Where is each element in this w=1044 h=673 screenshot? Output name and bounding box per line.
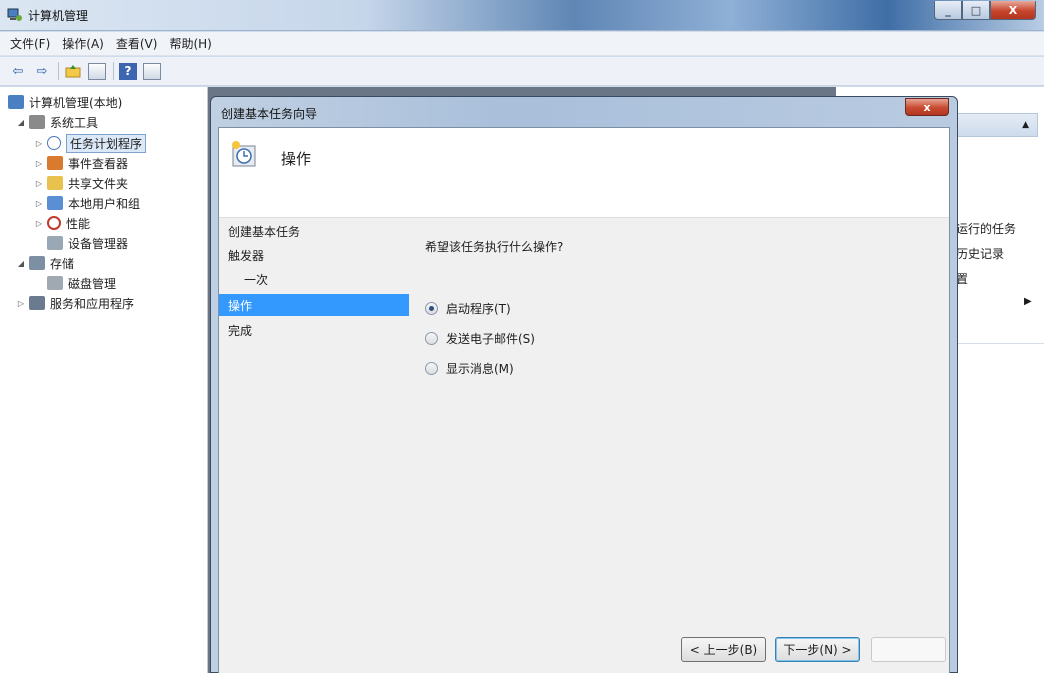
show-hide-action-pane-icon[interactable]: [142, 62, 162, 80]
menu-view[interactable]: 查看(V): [116, 35, 158, 52]
tree-item-services-apps[interactable]: ▷ 服务和应用程序: [16, 293, 134, 313]
users-icon: [47, 196, 63, 210]
help-icon[interactable]: ?: [118, 62, 138, 80]
action-history[interactable]: 历史记录: [956, 245, 1004, 262]
option-label: 显示消息(M): [446, 362, 514, 376]
expand-arrow-icon[interactable]: ▷: [34, 219, 44, 228]
collapse-arrow-icon[interactable]: ▲: [1022, 120, 1029, 130]
next-button[interactable]: 下一步(N) >: [775, 637, 860, 662]
help-glyph: ?: [119, 62, 137, 80]
expand-arrow-icon[interactable]: ▷: [34, 139, 44, 148]
storage-icon: [29, 256, 45, 270]
radio-send-email[interactable]: [425, 332, 438, 345]
toolbar-separator: [113, 62, 114, 80]
tree-item-computer-management[interactable]: 计算机管理(本地): [8, 92, 122, 112]
computer-icon: [8, 95, 24, 109]
tree-item-label: 存储: [50, 256, 75, 271]
step-create-basic-task[interactable]: 创建基本任务: [219, 220, 409, 242]
clock-icon: [47, 136, 61, 150]
navigation-tree: 计算机管理(本地) ◢ 系统工具 ▷ 任务计划程序 ▷ 事件查看器 ▷ 共享文件…: [0, 87, 208, 673]
maximize-button[interactable]: □: [962, 1, 990, 20]
option-label: 发送电子邮件(S): [446, 332, 535, 346]
caption-buttons: _ □ X: [934, 1, 1036, 20]
expand-arrow-icon[interactable]: ▷: [34, 199, 44, 208]
show-hide-tree-icon[interactable]: [87, 62, 107, 80]
tree-item-performance[interactable]: ▷ 性能: [34, 213, 90, 233]
tree-item-label: 系统工具: [50, 115, 99, 130]
back-button[interactable]: < 上一步(B): [681, 637, 766, 662]
tree-item-label: 事件查看器: [68, 156, 129, 171]
radio-start-program[interactable]: [425, 302, 438, 315]
tree-item-shared-folders[interactable]: ▷ 共享文件夹: [34, 173, 128, 193]
step-action[interactable]: 操作: [219, 294, 409, 316]
disk-icon: [47, 276, 63, 290]
expand-arrow-icon[interactable]: ◢: [16, 118, 26, 127]
step-once[interactable]: 一次: [219, 268, 409, 290]
menu-action[interactable]: 操作(A): [62, 35, 104, 52]
tools-icon: [29, 115, 45, 129]
option-label: 启动程序(T): [446, 302, 511, 316]
shared-folder-icon: [47, 176, 63, 190]
forward-arrow-icon[interactable]: ⇨: [32, 62, 52, 80]
window-title: 计算机管理: [28, 9, 89, 23]
submenu-arrow-icon[interactable]: ▶: [1024, 296, 1032, 307]
computer-management-icon: [7, 8, 22, 21]
dialog-title: 创建基本任务向导: [221, 107, 318, 121]
scheduled-task-icon: [232, 141, 256, 167]
tree-item-label: 计算机管理(本地): [29, 95, 123, 110]
tree-item-storage[interactable]: ◢ 存储: [16, 253, 74, 273]
back-arrow-icon[interactable]: ⇦: [8, 62, 28, 80]
radio-display-message[interactable]: [425, 362, 438, 375]
tree-item-label: 服务和应用程序: [50, 296, 135, 311]
dialog-close-button[interactable]: x: [905, 98, 949, 116]
option-send-email[interactable]: 发送电子邮件(S): [425, 330, 535, 347]
step-trigger[interactable]: 触发器: [219, 244, 409, 266]
actions-divider: [956, 343, 1044, 344]
tree-item-system-tools[interactable]: ◢ 系统工具: [16, 112, 98, 132]
tree-item-label: 磁盘管理: [68, 276, 117, 291]
tree-item-disk-management[interactable]: 磁盘管理: [47, 273, 116, 293]
tree-item-label: 共享文件夹: [68, 176, 129, 191]
menu-file[interactable]: 文件(F): [10, 35, 50, 52]
option-start-program[interactable]: 启动程序(T): [425, 300, 511, 317]
close-button[interactable]: X: [990, 1, 1036, 20]
tree-item-label: 本地用户和组: [68, 196, 141, 211]
expand-arrow-icon[interactable]: ▷: [34, 159, 44, 168]
cancel-button[interactable]: [871, 637, 946, 662]
toolbar: ⇦ ⇨ ?: [0, 57, 1044, 86]
step-finish[interactable]: 完成: [219, 319, 409, 341]
menu-help[interactable]: 帮助(H): [169, 35, 211, 52]
device-manager-icon: [47, 236, 63, 250]
window-titlebar: 计算机管理 _ □ X: [0, 0, 1044, 31]
expand-arrow-icon[interactable]: ▷: [34, 179, 44, 188]
performance-icon: [47, 216, 61, 230]
toolbar-separator: [58, 62, 59, 80]
minimize-button[interactable]: _: [934, 1, 962, 20]
dialog-header: 操作: [219, 128, 949, 218]
tree-item-label: 任务计划程序: [66, 133, 147, 153]
expand-arrow-icon[interactable]: ▷: [16, 299, 26, 308]
tree-item-label: 设备管理器: [68, 236, 129, 251]
up-folder-icon[interactable]: [63, 62, 83, 80]
expand-arrow-icon[interactable]: ◢: [16, 259, 26, 268]
action-running-tasks[interactable]: 运行的任务: [956, 220, 1016, 237]
action-prompt: 希望该任务执行什么操作?: [425, 240, 564, 254]
tree-item-task-scheduler[interactable]: ▷ 任务计划程序: [34, 133, 147, 153]
tree-item-label: 性能: [66, 216, 91, 231]
tree-item-device-manager[interactable]: 设备管理器: [47, 233, 128, 253]
menu-bar: 文件(F) 操作(A) 查看(V) 帮助(H): [0, 32, 1044, 56]
tree-item-local-users[interactable]: ▷ 本地用户和组: [34, 193, 140, 213]
tree-item-event-viewer[interactable]: ▷ 事件查看器: [34, 153, 128, 173]
dialog-header-title: 操作: [281, 150, 312, 168]
create-basic-task-wizard: 创建基本任务向导 x 操作 创建基本任务 触发器 一次 操作 完成 希望该任务执…: [210, 96, 958, 673]
event-viewer-icon: [47, 156, 63, 170]
services-icon: [29, 296, 45, 310]
option-display-message[interactable]: 显示消息(M): [425, 360, 514, 377]
dialog-body: 操作 创建基本任务 触发器 一次 操作 完成 希望该任务执行什么操作? 启动程序…: [218, 127, 950, 673]
